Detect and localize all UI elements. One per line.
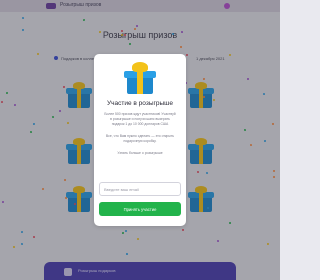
learn-more-link[interactable]: Узнать больше о розыгрыше bbox=[94, 151, 186, 155]
participate-button[interactable]: Принять участие bbox=[99, 202, 181, 216]
modal-description: Более 500 призов ждут участников! Участв… bbox=[104, 112, 176, 126]
participation-modal: Участие в розыгрыше Более 500 призов жду… bbox=[94, 54, 186, 226]
email-input[interactable] bbox=[99, 182, 181, 196]
modal-note: Все, что Вам нужно сделать — это открыть… bbox=[105, 134, 175, 143]
gift-icon bbox=[124, 62, 156, 94]
modal-title: Участие в розыгрыше bbox=[107, 100, 173, 107]
